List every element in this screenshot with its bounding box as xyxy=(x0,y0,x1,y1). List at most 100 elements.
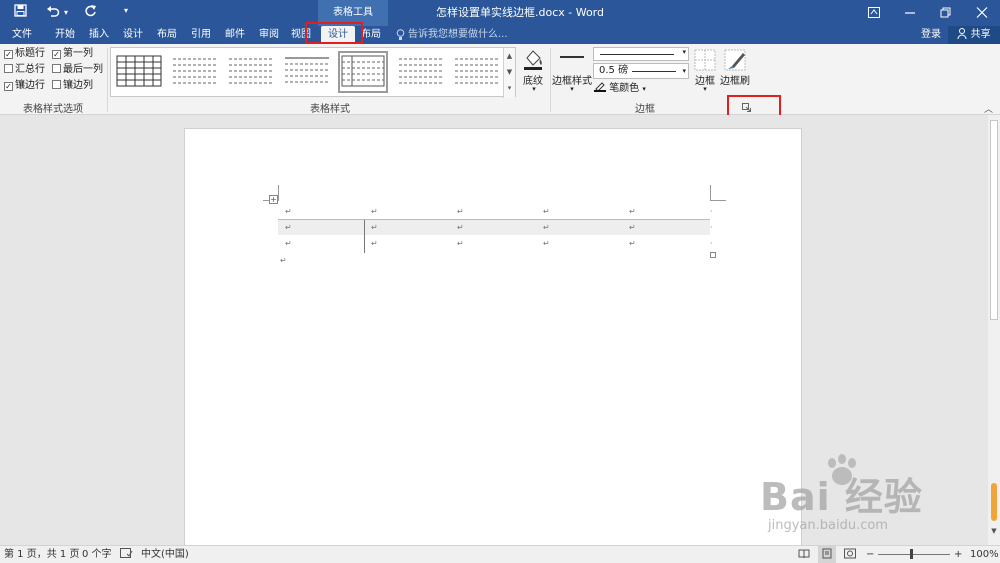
pen-style-dropdown-icon[interactable]: ▾ xyxy=(682,48,686,56)
tab-mailings[interactable]: 邮件 xyxy=(218,26,252,44)
crop-mark xyxy=(710,185,726,201)
share-button[interactable]: 共享 xyxy=(948,26,1000,44)
watermark-url: jingyan.baidu.com xyxy=(768,518,888,533)
paragraph-mark: ↵ xyxy=(543,207,550,216)
web-layout-icon[interactable] xyxy=(844,546,856,563)
borders-button[interactable] xyxy=(694,49,716,71)
collapse-ribbon-icon[interactable]: ︿ xyxy=(984,102,993,115)
pen-color-button[interactable]: 笔颜色 ▾ xyxy=(594,81,646,95)
solid-line-preview xyxy=(600,54,674,55)
checkbox-unchecked-icon xyxy=(52,80,61,89)
paragraph-mark: ↵ xyxy=(457,207,464,216)
shading-dropdown-icon[interactable]: ▾ xyxy=(528,85,540,93)
table-style-4[interactable] xyxy=(282,51,332,93)
language[interactable]: 中文(中国) xyxy=(141,546,189,563)
baidu-jingyan-watermark: Bai 经验 jingyan.baidu.com xyxy=(760,454,970,544)
checkbox-unchecked-icon xyxy=(52,64,61,73)
table-styles-gallery[interactable]: ▲ ▼ ▾ xyxy=(110,47,516,98)
checkbox-checked-icon: ✓ xyxy=(52,50,61,59)
table-styles-group-label: 表格样式 xyxy=(310,104,350,115)
border-painter-label[interactable]: 边框刷 xyxy=(718,72,752,87)
tab-layout[interactable]: 布局 xyxy=(150,26,184,44)
border-styles-icon[interactable] xyxy=(560,56,584,58)
gallery-down-icon[interactable]: ▼ xyxy=(504,64,515,80)
first-column-checkbox[interactable]: ✓ 第一列 xyxy=(52,47,93,61)
sign-in-link[interactable]: 登录 xyxy=(916,26,946,44)
table-style-options-group-label: 表格样式选项 xyxy=(23,104,83,115)
close-icon[interactable] xyxy=(964,0,1000,26)
paragraph-mark: ↵ xyxy=(629,223,636,232)
tab-home[interactable]: 开始 xyxy=(48,26,82,44)
undo-dropdown-icon[interactable]: ▾ xyxy=(64,8,68,17)
table-style-2[interactable] xyxy=(170,51,220,93)
customize-qat-icon[interactable]: ▾ xyxy=(124,6,128,15)
document-title: 怎样设置单实线边框.docx - Word xyxy=(435,6,604,19)
zoom-out-icon[interactable]: − xyxy=(866,546,874,563)
table-move-handle-icon[interactable]: + xyxy=(269,195,278,204)
scroll-position-marker xyxy=(991,483,997,521)
gallery-scroll[interactable]: ▲ ▼ ▾ xyxy=(503,48,515,98)
proofing-icon[interactable] xyxy=(120,546,133,563)
borders-group-label: 边框 xyxy=(635,104,655,115)
zoom-slider[interactable] xyxy=(878,554,950,555)
total-row-checkbox[interactable]: 汇总行 xyxy=(4,63,45,77)
ribbon-display-options-icon[interactable] xyxy=(856,0,892,26)
weight-line-preview xyxy=(632,71,676,72)
table-style-7[interactable] xyxy=(452,51,502,93)
table-style-grid[interactable] xyxy=(114,51,164,93)
header-row-checkbox[interactable]: ✓ 标题行 xyxy=(4,47,45,61)
tell-me-search[interactable]: 告诉我您想要做什么... xyxy=(408,26,508,44)
borders-dropdown-icon[interactable]: ▾ xyxy=(699,85,711,93)
zoom-slider-thumb[interactable] xyxy=(910,549,913,559)
pen-weight-select[interactable]: 0.5 磅 ▾ xyxy=(593,63,689,79)
banded-rows-label: 镶边行 xyxy=(15,80,45,91)
table-style-selected[interactable] xyxy=(338,51,388,93)
gallery-more-icon[interactable]: ▾ xyxy=(504,80,515,96)
watermark-brand: Bai 经验 xyxy=(760,475,923,519)
banded-rows-checkbox[interactable]: ✓ 镶边行 xyxy=(4,79,45,93)
vertical-scrollbar[interactable]: ▼ xyxy=(988,115,1000,545)
last-column-label: 最后一列 xyxy=(63,64,103,75)
checkbox-unchecked-icon xyxy=(4,64,13,73)
tab-insert[interactable]: 插入 xyxy=(82,26,116,44)
paragraph-mark: ↵ xyxy=(285,223,292,232)
banded-columns-checkbox[interactable]: 镶边列 xyxy=(52,79,93,93)
table-style-6[interactable] xyxy=(396,51,446,93)
last-column-checkbox[interactable]: 最后一列 xyxy=(52,63,103,77)
paragraph-mark: ↵ xyxy=(629,239,636,248)
word-count[interactable]: 0 个字 xyxy=(82,546,112,563)
restore-icon[interactable] xyxy=(928,0,964,26)
pen-style-select[interactable]: ▾ xyxy=(593,47,689,61)
document-page[interactable]: + ↵ ↵ ↵ ↵ ↵ · ↵ ↵ ↵ ↵ ↵ · ↵ ↵ ↵ ↵ ↵ · ↵ xyxy=(184,128,802,558)
tab-review[interactable]: 审阅 xyxy=(252,26,286,44)
zoom-level[interactable]: 100% xyxy=(970,546,999,563)
tab-design[interactable]: 设计 xyxy=(116,26,150,44)
tab-references[interactable]: 引用 xyxy=(184,26,218,44)
print-layout-icon[interactable] xyxy=(818,546,836,563)
ribbon: ✓ 标题行 ✓ 第一列 汇总行 最后一列 ✓ 镶边行 镶边列 表格样式选项 ▲ … xyxy=(0,44,1000,115)
shading-button[interactable] xyxy=(521,48,545,70)
tab-file[interactable]: 文件 xyxy=(4,26,40,44)
zoom-in-icon[interactable]: + xyxy=(954,546,962,563)
read-mode-icon[interactable] xyxy=(798,546,810,563)
table-resize-handle-icon[interactable] xyxy=(710,252,716,258)
undo-icon[interactable] xyxy=(46,4,60,21)
share-label: 共享 xyxy=(970,29,991,40)
minimize-icon[interactable] xyxy=(892,0,928,26)
save-icon[interactable] xyxy=(14,4,27,21)
border-painter-button[interactable] xyxy=(724,49,748,71)
page-count[interactable]: 第 1 页，共 1 页 xyxy=(4,546,79,563)
paragraph-mark: ↵ xyxy=(285,207,292,216)
redo-icon[interactable] xyxy=(84,4,97,21)
first-column-label: 第一列 xyxy=(63,48,93,59)
ribbon-tab-row: 文件 开始 插入 设计 布局 引用 邮件 审阅 视图 设计 布局 告诉我您想要做… xyxy=(0,26,1000,44)
pen-color-dropdown-icon[interactable]: ▾ xyxy=(642,85,646,93)
scroll-down-icon[interactable]: ▼ xyxy=(988,527,1000,535)
scrollbar-thumb[interactable] xyxy=(990,120,998,320)
border-styles-dropdown-icon[interactable]: ▾ xyxy=(566,85,578,93)
paragraph-mark: ↵ xyxy=(371,239,378,248)
gallery-up-icon[interactable]: ▲ xyxy=(504,48,515,64)
pen-weight-dropdown-icon[interactable]: ▾ xyxy=(682,64,686,78)
total-row-label: 汇总行 xyxy=(15,64,45,75)
table-style-3[interactable] xyxy=(226,51,276,93)
